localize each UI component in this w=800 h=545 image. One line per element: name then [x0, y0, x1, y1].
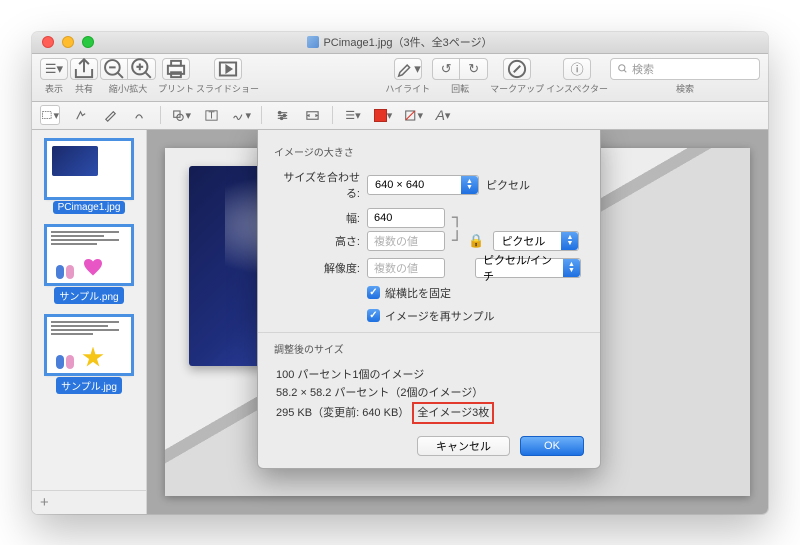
draw-tool[interactable]: [130, 105, 150, 125]
resize-dialog: イメージの大きさ サイズを合わせる: 640 × 640▲▼ ピクセル 幅: 6…: [257, 130, 601, 469]
thumbnail-sidebar[interactable]: PCimage1.jpg サンプル.png サンプル.jpg: [32, 130, 147, 514]
adjust-size-tool[interactable]: [302, 105, 322, 125]
titlebar: PCimage1.jpg（3件、全3ページ）: [32, 32, 768, 54]
thumbnail-2[interactable]: サンプル.png: [46, 226, 132, 304]
rotate-left-button[interactable]: ↺: [432, 58, 460, 80]
bracket-icon: ┐: [452, 208, 459, 228]
fit-into-select[interactable]: 640 × 640▲▼: [367, 175, 479, 195]
search-icon: [617, 63, 628, 74]
markup-toolbar: ▾ ▾ T ▾ ☰▾ ▾ ▾ A▾: [32, 102, 768, 130]
ok-button[interactable]: OK: [520, 436, 584, 456]
fit-unit: ピクセル: [486, 177, 530, 193]
print-button[interactable]: [162, 58, 190, 80]
inspector-button[interactable]: ⓘ: [563, 58, 591, 80]
slideshow-button[interactable]: [214, 58, 242, 80]
lock-ratio-checkbox[interactable]: ✓縦横比を固定: [367, 285, 451, 301]
dialog-section-size: イメージの大きさ: [274, 144, 584, 159]
markup-label: マークアップ: [490, 82, 544, 95]
instant-alpha-tool[interactable]: [70, 105, 90, 125]
resolution-label: 解像度:: [274, 260, 360, 276]
resample-checkbox[interactable]: ✓イメージを再サンプル: [367, 308, 494, 324]
text-style-tool[interactable]: A▾: [433, 105, 453, 125]
rotate-right-button[interactable]: ↻: [460, 58, 488, 80]
width-label: 幅:: [274, 210, 360, 226]
fit-into-label: サイズを合わせる:: [274, 169, 360, 201]
text-tool[interactable]: T: [201, 105, 221, 125]
fill-color-tool[interactable]: ▾: [403, 105, 423, 125]
rotate-label: 回転: [451, 82, 469, 95]
add-page-button[interactable]: +: [32, 490, 147, 514]
highlight-label: ハイライト: [385, 82, 430, 95]
search-label: 検索: [676, 82, 694, 95]
share-label: 共有: [75, 82, 93, 95]
inspector-label: インスペクター: [546, 82, 608, 95]
zoom-in-button[interactable]: [128, 58, 156, 80]
view-button[interactable]: ☰▾: [40, 58, 68, 80]
zoom-label: 縮小/拡大: [109, 82, 148, 95]
line-style-tool[interactable]: ☰▾: [343, 105, 363, 125]
shapes-tool[interactable]: ▾: [171, 105, 191, 125]
adjust-color-tool[interactable]: [272, 105, 292, 125]
preview-window: PCimage1.jpg（3件、全3ページ） ☰▾ 表示 共有 縮小/拡大 プリ…: [32, 32, 768, 514]
slideshow-label: スライドショー: [196, 82, 259, 95]
wh-unit-select[interactable]: ピクセル▲▼: [493, 231, 579, 251]
sign-tool[interactable]: ▾: [231, 105, 251, 125]
search-input[interactable]: 検索: [610, 58, 760, 80]
lock-icon[interactable]: 🔒: [466, 236, 486, 245]
sketch-tool[interactable]: [100, 105, 120, 125]
content-area: PCimage1.jpg サンプル.png サンプル.jpg + イメージの大き…: [32, 130, 768, 514]
window-title: PCimage1.jpg（3件、全3ページ）: [32, 34, 768, 50]
bracket-icon: ┘: [452, 231, 459, 251]
zoom-out-button[interactable]: [100, 58, 128, 80]
height-label: 高さ:: [274, 233, 360, 249]
resolution-input[interactable]: 複数の値: [367, 258, 445, 278]
selection-tool[interactable]: ▾: [40, 105, 60, 125]
markup-button[interactable]: [503, 58, 531, 80]
border-color-tool[interactable]: ▾: [373, 105, 393, 125]
jpg-icon: [307, 36, 319, 48]
height-input[interactable]: 複数の値: [367, 231, 445, 251]
svg-text:T: T: [208, 110, 215, 121]
thumbnail-1[interactable]: PCimage1.jpg: [46, 140, 132, 214]
thumbnail-3[interactable]: サンプル.jpg: [46, 316, 132, 394]
highlight-button[interactable]: ▾: [394, 58, 422, 80]
view-label: 表示: [45, 82, 63, 95]
resolution-unit-select[interactable]: ピクセル/インチ▲▼: [475, 258, 581, 278]
result-text: 100 パーセント1個のイメージ 58.2 × 58.2 パーセント（2個のイメ…: [276, 366, 584, 424]
dialog-section-result: 調整後のサイズ: [274, 341, 584, 356]
cancel-button[interactable]: キャンセル: [417, 436, 510, 456]
main-toolbar: ☰▾ 表示 共有 縮小/拡大 プリント スライドショー ▾ ハイライト: [32, 54, 768, 102]
share-button[interactable]: [70, 58, 98, 80]
print-label: プリント: [158, 82, 194, 95]
width-input[interactable]: 640: [367, 208, 445, 228]
all-images-highlight: 全イメージ3枚: [412, 402, 494, 424]
